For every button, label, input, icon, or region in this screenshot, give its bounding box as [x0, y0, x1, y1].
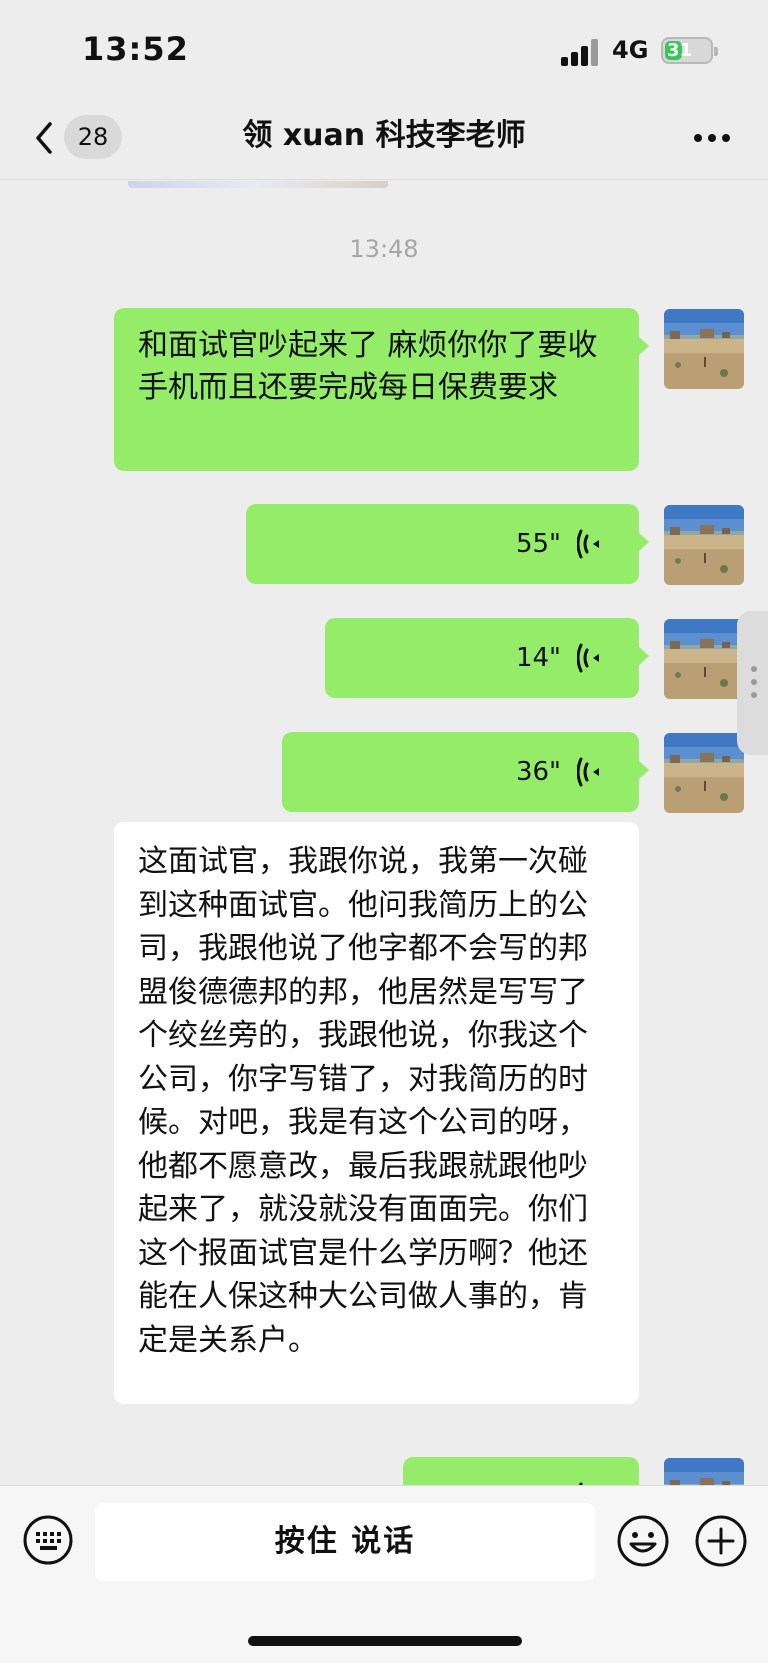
back-button[interactable]: [30, 118, 60, 158]
voice-duration: 14": [515, 643, 561, 673]
message-text: 这面试官，我跟你说，我第一次碰到这种面试官。他问我简历上的公司，我跟他说了他字都…: [138, 844, 588, 1358]
message-timestamp: 13:48: [349, 235, 419, 263]
sent-voice-message[interactable]: 14": [325, 618, 649, 698]
sent-text-message[interactable]: 和面试官吵起来了 麻烦你你了要收手机而且还要完成每日保费要求: [114, 308, 649, 471]
status-bar: 13:52 4G 31: [0, 0, 768, 100]
battery-level: 31: [667, 40, 693, 61]
voice-wave-icon: [577, 754, 607, 790]
battery-icon: 31: [661, 37, 718, 64]
home-indicator[interactable]: [248, 1636, 522, 1646]
status-time: 13:52: [82, 30, 189, 68]
hold-to-talk-button[interactable]: 按住 说话: [95, 1503, 595, 1581]
voice-duration: 36": [515, 757, 561, 787]
chevron-left-icon: [36, 122, 52, 154]
cellular-signal-icon: [561, 38, 601, 66]
voice-wave-icon: [577, 640, 607, 676]
chat-title: 领 xuan 科技李老师: [242, 118, 526, 153]
chat-history[interactable]: 13:48 和面试官吵起来了 麻烦你你了要收手机而且还要完成每日保费要求 55"…: [0, 181, 768, 1485]
keyboard-icon: [23, 1515, 73, 1565]
message-text: 和面试官吵起来了 麻烦你你了要收手机而且还要完成每日保费要求: [138, 328, 598, 405]
sent-voice-message[interactable]: 55": [246, 504, 649, 584]
keyboard-toggle-button[interactable]: [22, 1514, 74, 1566]
more-button[interactable]: [690, 120, 734, 156]
emoji-button[interactable]: [616, 1514, 670, 1568]
sent-voice-message[interactable]: 36": [282, 732, 649, 812]
more-dots-icon: [694, 134, 730, 142]
side-drag-handle[interactable]: [737, 611, 768, 755]
previous-image-message[interactable]: [128, 181, 388, 188]
network-type: 4G: [612, 36, 649, 64]
my-avatar[interactable]: [664, 619, 744, 699]
sent-voice-message[interactable]: [403, 1457, 639, 1485]
my-avatar[interactable]: [664, 309, 744, 389]
my-avatar[interactable]: [664, 505, 744, 585]
transcribed-text-message[interactable]: 这面试官，我跟你说，我第一次碰到这种面试官。他问我简历上的公司，我跟他说了他字都…: [114, 822, 639, 1404]
input-bar: 按住 说话: [0, 1485, 768, 1663]
plus-icon: [695, 1515, 747, 1567]
my-avatar[interactable]: [664, 1458, 744, 1485]
chat-header: 28 领 xuan 科技李老师: [0, 100, 768, 180]
voice-duration: 55": [515, 529, 561, 559]
my-avatar[interactable]: [664, 733, 744, 813]
more-actions-button[interactable]: [694, 1514, 748, 1568]
voice-wave-icon: [577, 526, 607, 562]
smiley-icon: [617, 1515, 669, 1567]
unread-count-badge[interactable]: 28: [64, 115, 122, 159]
